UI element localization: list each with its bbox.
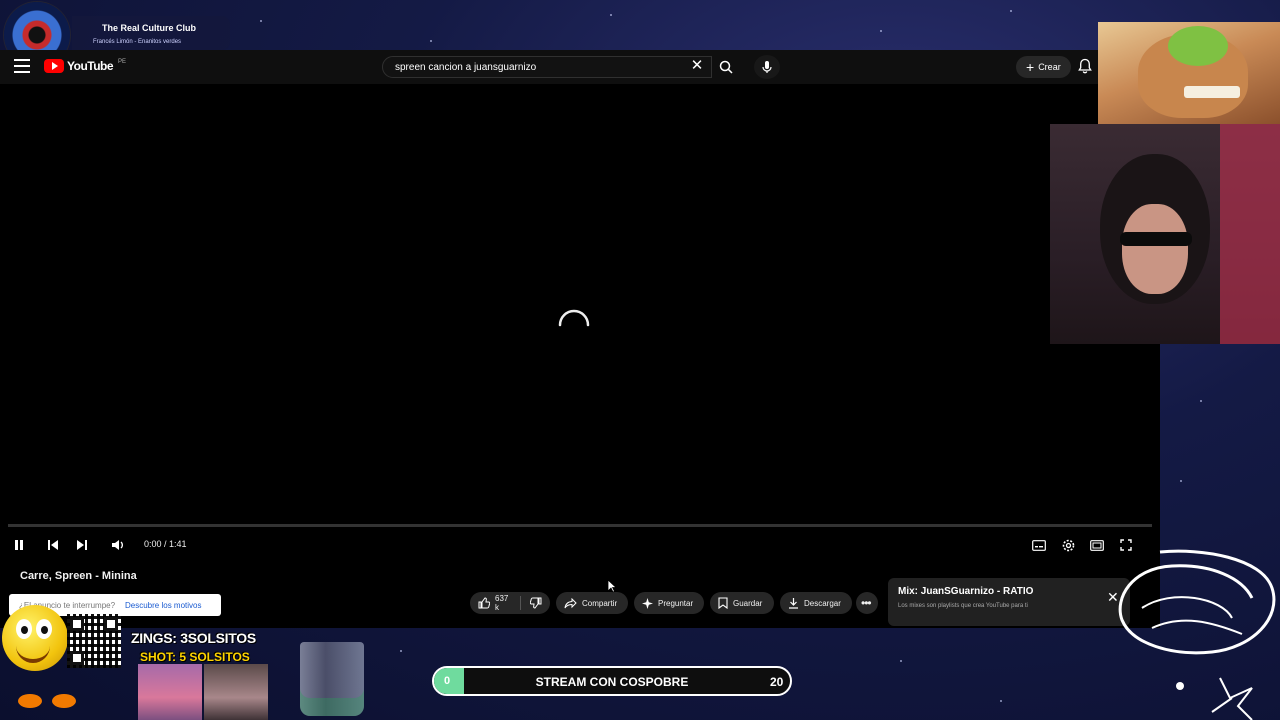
gear-icon xyxy=(1062,539,1074,551)
voice-search-button[interactable] xyxy=(754,55,780,79)
youtube-logo-text: YouTube xyxy=(67,59,114,73)
clear-search-icon[interactable]: ✕ xyxy=(690,58,704,74)
mascot-eye xyxy=(36,619,52,639)
character-hair xyxy=(1168,26,1228,66)
now-playing-title: The Real Culture Club xyxy=(102,23,197,33)
sunglasses xyxy=(1120,232,1192,246)
streamer-face xyxy=(1122,204,1188,294)
reaction-image xyxy=(204,664,268,720)
stream-goal-bar: 0 STREAM CON COSPOBRE 20 xyxy=(432,666,792,696)
country-code: PE xyxy=(118,59,127,65)
download-icon xyxy=(789,598,798,609)
settings-button[interactable] xyxy=(1059,536,1077,554)
plus-icon: + xyxy=(1026,59,1035,75)
mouse-cursor-icon xyxy=(607,579,617,593)
mix-card[interactable]: Mix: JuanSGuarnizo - RATIO Los mixes son… xyxy=(888,578,1130,626)
tip-jar-glass xyxy=(300,642,364,716)
mascot-mouth xyxy=(16,645,50,663)
theater-icon xyxy=(1090,539,1104,551)
subtitles-icon xyxy=(1032,539,1046,551)
sparkle-icon xyxy=(642,597,653,609)
microphone-icon xyxy=(762,61,772,73)
download-button[interactable]: Descargar xyxy=(780,592,852,614)
youtube-header: YouTube PE ✕ + Crear xyxy=(0,50,1160,84)
now-playing-artist: Francés Limón - Enanitos verdes xyxy=(93,39,182,45)
mascot-eye xyxy=(16,619,32,639)
player-controls: 0:00 / 1:41 xyxy=(0,530,1160,558)
mix-subtitle: Los mixes son playlists que crea YouTube… xyxy=(898,603,1028,609)
pause-icon xyxy=(15,540,23,550)
video-title: Carre, Spreen - Minina xyxy=(20,570,137,582)
search-input[interactable] xyxy=(393,61,677,74)
previous-icon xyxy=(48,540,58,550)
like-divider xyxy=(520,596,521,610)
goal-target: 20 xyxy=(770,675,784,689)
next-button[interactable] xyxy=(73,536,91,554)
mix-title: Mix: JuanSGuarnizo - RATIO xyxy=(898,586,1034,597)
volume-icon xyxy=(112,540,123,550)
share-button[interactable]: Compartir xyxy=(556,592,628,614)
goal-label: STREAM CON COSPOBRE xyxy=(535,675,689,689)
thumbs-up-icon xyxy=(478,597,490,609)
emote-image xyxy=(138,664,202,720)
notifications-button[interactable] xyxy=(1078,58,1092,79)
ask-button[interactable]: Preguntar xyxy=(634,592,704,614)
like-count: 637 k xyxy=(495,594,509,612)
character-teeth xyxy=(1184,86,1240,98)
more-horizontal-icon: ••• xyxy=(861,596,872,610)
webcam-background xyxy=(1220,124,1280,344)
theater-mode-button[interactable] xyxy=(1088,536,1106,554)
search-button[interactable] xyxy=(712,56,740,78)
share-label: Compartir xyxy=(582,598,618,608)
ask-label: Preguntar xyxy=(658,598,694,608)
youtube-logo[interactable]: YouTube PE xyxy=(44,59,126,73)
save-button[interactable]: Guardar xyxy=(710,592,774,614)
download-label: Descargar xyxy=(804,598,841,608)
create-button[interactable]: + Crear xyxy=(1016,56,1071,78)
bell-icon xyxy=(1078,58,1092,74)
menu-icon[interactable] xyxy=(14,59,30,73)
emoji-mascot xyxy=(2,605,68,671)
more-actions-button[interactable]: ••• xyxy=(856,592,878,614)
youtube-play-icon xyxy=(44,59,64,73)
thumbs-down-icon[interactable] xyxy=(530,597,542,609)
qr-code xyxy=(67,614,121,668)
share-icon xyxy=(564,597,577,608)
search-icon xyxy=(719,60,733,74)
video-progress-bar[interactable] xyxy=(8,524,1152,527)
zings-counter: ZINGS: 3SOLSITOS xyxy=(131,630,256,646)
save-label: Guardar xyxy=(733,598,763,608)
volume-button[interactable] xyxy=(109,536,127,554)
youtube-window: YouTube PE ✕ + Crear xyxy=(0,50,1160,628)
loading-spinner-icon xyxy=(558,309,590,327)
time-display: 0:00 / 1:41 xyxy=(144,539,187,549)
now-playing-panel: The Real Culture Club Francés Limón - En… xyxy=(72,16,230,50)
character-cam xyxy=(1098,22,1280,126)
ad-feedback-link[interactable]: Descubre los motivos xyxy=(125,601,201,610)
shot-counter: SHOT: 5 SOLSITOS xyxy=(140,650,250,664)
pause-button[interactable] xyxy=(10,536,28,554)
streamer-webcam xyxy=(1050,124,1280,344)
scribble-doodle xyxy=(1118,549,1276,720)
search-box xyxy=(382,56,712,78)
previous-button[interactable] xyxy=(44,536,62,554)
bookmark-icon xyxy=(718,597,728,609)
like-button[interactable]: 637 k xyxy=(470,592,550,614)
subtitles-button[interactable] xyxy=(1030,536,1048,554)
mascot-feet xyxy=(18,694,80,714)
next-icon xyxy=(77,540,87,550)
create-label: Crear xyxy=(1038,62,1061,72)
